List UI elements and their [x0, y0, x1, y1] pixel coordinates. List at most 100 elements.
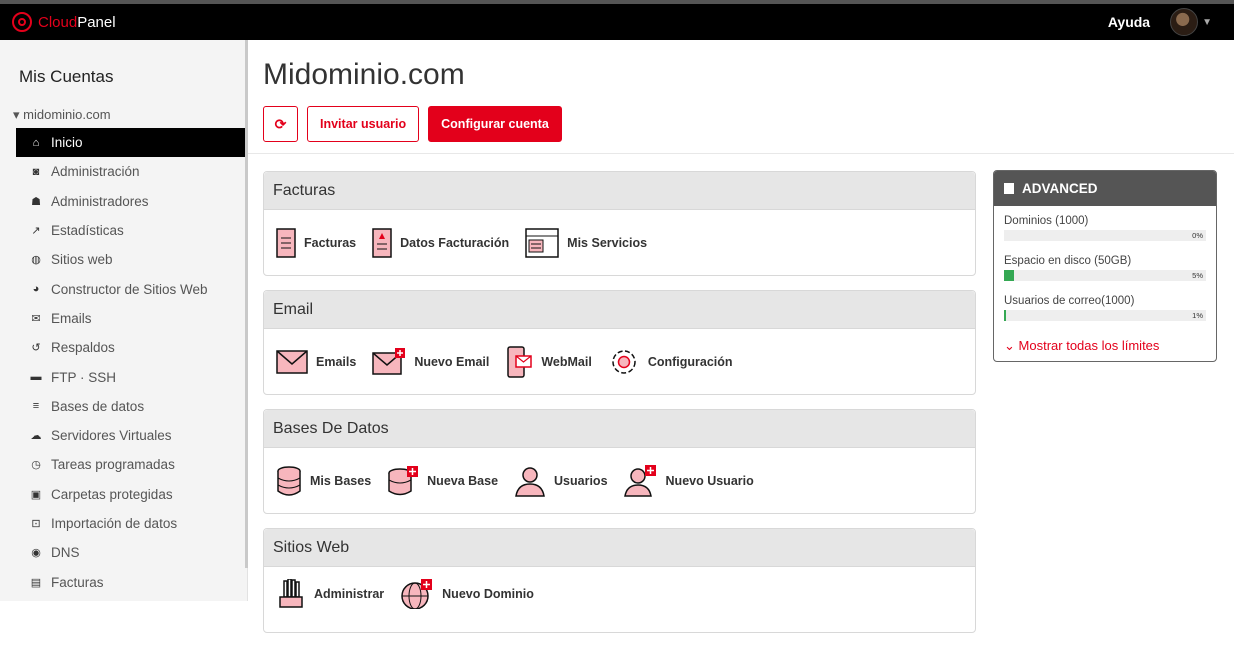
- progress-bar: 0%: [1004, 230, 1206, 241]
- globe-icon: ◍: [31, 254, 41, 267]
- tile-label: Mis Bases: [310, 473, 372, 488]
- sidebar-item-label: Carpetas protegidas: [51, 486, 173, 502]
- sidebar-item-bases-de-datos[interactable]: ≡ Bases de datos: [0, 392, 247, 421]
- tile-nueva-base[interactable]: Nueva Base: [387, 465, 499, 496]
- panel-bases-de-datos: Bases De Datos Mis Bases Nueva Base Usua…: [263, 409, 976, 514]
- tile-label: Nuevo Dominio: [442, 587, 534, 601]
- main-content: Midominio.com ⟳ Invitar usuario Configur…: [248, 40, 1234, 633]
- new-database-icon: [388, 465, 419, 495]
- limit-usuarios-correo: Usuarios de correo(1000) 1%: [994, 286, 1216, 326]
- chevron-down-icon: ⌄: [1004, 338, 1015, 353]
- tile-label: Datos Facturación: [400, 235, 510, 250]
- tile-nuevo-dominio[interactable]: Nuevo Dominio: [400, 579, 534, 609]
- help-link[interactable]: Ayuda: [1108, 14, 1150, 30]
- sidebar-item-servidores-virtuales[interactable]: ☁ Servidores Virtuales: [0, 421, 247, 450]
- sidebar-item-carpetas-protegidas[interactable]: ▣ Carpetas protegidas: [0, 480, 247, 509]
- tile-datos-facturacion[interactable]: Datos Facturación: [372, 227, 510, 258]
- tile-mis-servicios[interactable]: Mis Servicios: [525, 227, 648, 258]
- sidebar-item-constructor[interactable]: ◕ Constructor de Sitios Web: [0, 274, 247, 303]
- sidebar-domain-toggle[interactable]: ▾ midominio.com: [0, 100, 247, 128]
- invite-user-button[interactable]: Invitar usuario: [307, 106, 420, 142]
- sidebar-item-administracion[interactable]: ◙ Administración: [0, 157, 247, 186]
- restore-icon: ↺: [31, 342, 41, 355]
- tile-webmail[interactable]: WebMail: [505, 345, 592, 378]
- panel-email: Email Emails Nuevo Email WebMail Configu…: [263, 290, 976, 395]
- sidebar-item-label: Inicio: [51, 135, 83, 151]
- webmail-phone-icon: [507, 345, 533, 378]
- database-icon: ≡: [32, 400, 40, 413]
- tile-nuevo-email[interactable]: Nuevo Email: [372, 347, 489, 376]
- sidebar-item-importacion[interactable]: ⊡ Importación de datos: [0, 509, 247, 538]
- new-email-icon: [372, 347, 406, 375]
- document-icon: [1004, 183, 1014, 194]
- top-right-menu: Ayuda ▼: [1108, 8, 1212, 36]
- new-domain-globe-icon: [401, 579, 433, 609]
- sidebar-item-label: Sitios web: [51, 252, 113, 268]
- sidebar-item-emails[interactable]: ✉ Emails: [0, 304, 247, 333]
- sidebar-item-label: Administradores: [51, 193, 149, 209]
- limits-title: ADVANCED: [1022, 181, 1098, 196]
- tile-administrar[interactable]: Administrar: [276, 579, 384, 609]
- sidebar-item-label: Estadísticas: [51, 223, 124, 239]
- brand-logo[interactable]: Cloud Panel: [12, 12, 116, 32]
- tile-label: Mis Servicios: [567, 235, 648, 250]
- users-icon: ☗: [31, 195, 41, 208]
- sidebar-item-administradores[interactable]: ☗ Administradores: [0, 187, 247, 216]
- progress-percent: 0%: [1192, 231, 1203, 240]
- panel-title: Email: [264, 291, 975, 329]
- panel-facturas: Facturas Facturas Datos Facturación Mis …: [263, 171, 976, 276]
- sidebar-item-label: Importación de datos: [51, 516, 178, 531]
- envelope-icon: [276, 349, 308, 374]
- tile-usuarios[interactable]: Usuarios: [514, 465, 608, 497]
- sidebar: Mis Cuentas ▾ midominio.com ⌂ Inicio ◙ A…: [0, 40, 248, 601]
- compass-icon: ◉: [31, 547, 41, 560]
- tile-facturas[interactable]: Facturas: [276, 227, 356, 258]
- sidebar-item-inicio[interactable]: ⌂ Inicio: [16, 128, 247, 158]
- limit-dominios: Dominios (1000) 0%: [994, 206, 1216, 246]
- tile-label: Usuarios: [554, 473, 608, 488]
- palette-icon: ◕: [32, 283, 40, 296]
- refresh-button[interactable]: ⟳: [263, 106, 298, 142]
- tile-label: WebMail: [541, 354, 592, 369]
- sidebar-item-label: FTP · SSH: [51, 369, 117, 385]
- panel-title: Sitios Web: [264, 529, 975, 567]
- sidebar-item-sitios-web[interactable]: ◍ Sitios web: [0, 245, 247, 274]
- sidebar-item-facturas[interactable]: ▤ Facturas: [0, 567, 247, 596]
- tile-mis-bases[interactable]: Mis Bases: [276, 465, 372, 496]
- sidebar-item-respaldos[interactable]: ↺ Respaldos: [0, 333, 247, 362]
- panel-sitios-web: Sitios Web Administrar Nuevo Dominio: [263, 528, 976, 633]
- lock-icon: ▣: [30, 488, 42, 501]
- panel-title: Bases De Datos: [264, 410, 975, 448]
- configure-account-button[interactable]: Configurar cuenta: [428, 106, 562, 142]
- sidebar-item-label: Constructor de Sitios Web: [51, 281, 208, 297]
- brand-cloud-text: Cloud: [38, 13, 78, 31]
- folder-icon: ▬: [30, 371, 42, 384]
- tile-configuracion[interactable]: Configuración: [608, 346, 733, 378]
- sidebar-item-tareas-programadas[interactable]: ◷ Tareas programadas: [0, 450, 247, 479]
- tile-label: Administrar: [314, 587, 385, 601]
- home-icon: ⌂: [32, 136, 40, 149]
- chevron-down-icon[interactable]: ▼: [1202, 17, 1212, 28]
- import-icon: ⊡: [31, 518, 41, 530]
- progress-fill: [1004, 310, 1007, 321]
- limit-label: Espacio en disco (50GB): [1004, 255, 1132, 267]
- brand-panel-text: Panel: [77, 13, 116, 31]
- cloudpanel-logo-icon: [12, 12, 32, 32]
- tile-nuevo-usuario[interactable]: Nuevo Usuario: [623, 464, 754, 497]
- database-icon: [277, 465, 301, 496]
- billing-data-icon: [372, 227, 392, 258]
- user-avatar[interactable]: [1170, 8, 1199, 36]
- progress-bar: 5%: [1004, 270, 1206, 281]
- tile-label: Nueva Base: [427, 473, 499, 488]
- sidebar-item-label: Bases de datos: [51, 398, 145, 414]
- clock-icon: ◷: [31, 459, 41, 472]
- sidebar-item-ftp-ssh[interactable]: ▬ FTP · SSH: [0, 362, 247, 391]
- page-title: Midominio.com: [263, 58, 465, 91]
- tile-emails[interactable]: Emails: [276, 349, 356, 374]
- user-icon: [515, 466, 545, 497]
- tile-label: Configuración: [647, 354, 733, 369]
- sidebar-item-estadisticas[interactable]: ↗ Estadísticas: [0, 216, 247, 245]
- sidebar-item-dns[interactable]: ◉ DNS: [0, 538, 247, 567]
- tile-label: Nuevo Usuario: [665, 473, 754, 488]
- show-all-limits-link[interactable]: ⌄ Mostrar todas los límites: [994, 326, 1216, 354]
